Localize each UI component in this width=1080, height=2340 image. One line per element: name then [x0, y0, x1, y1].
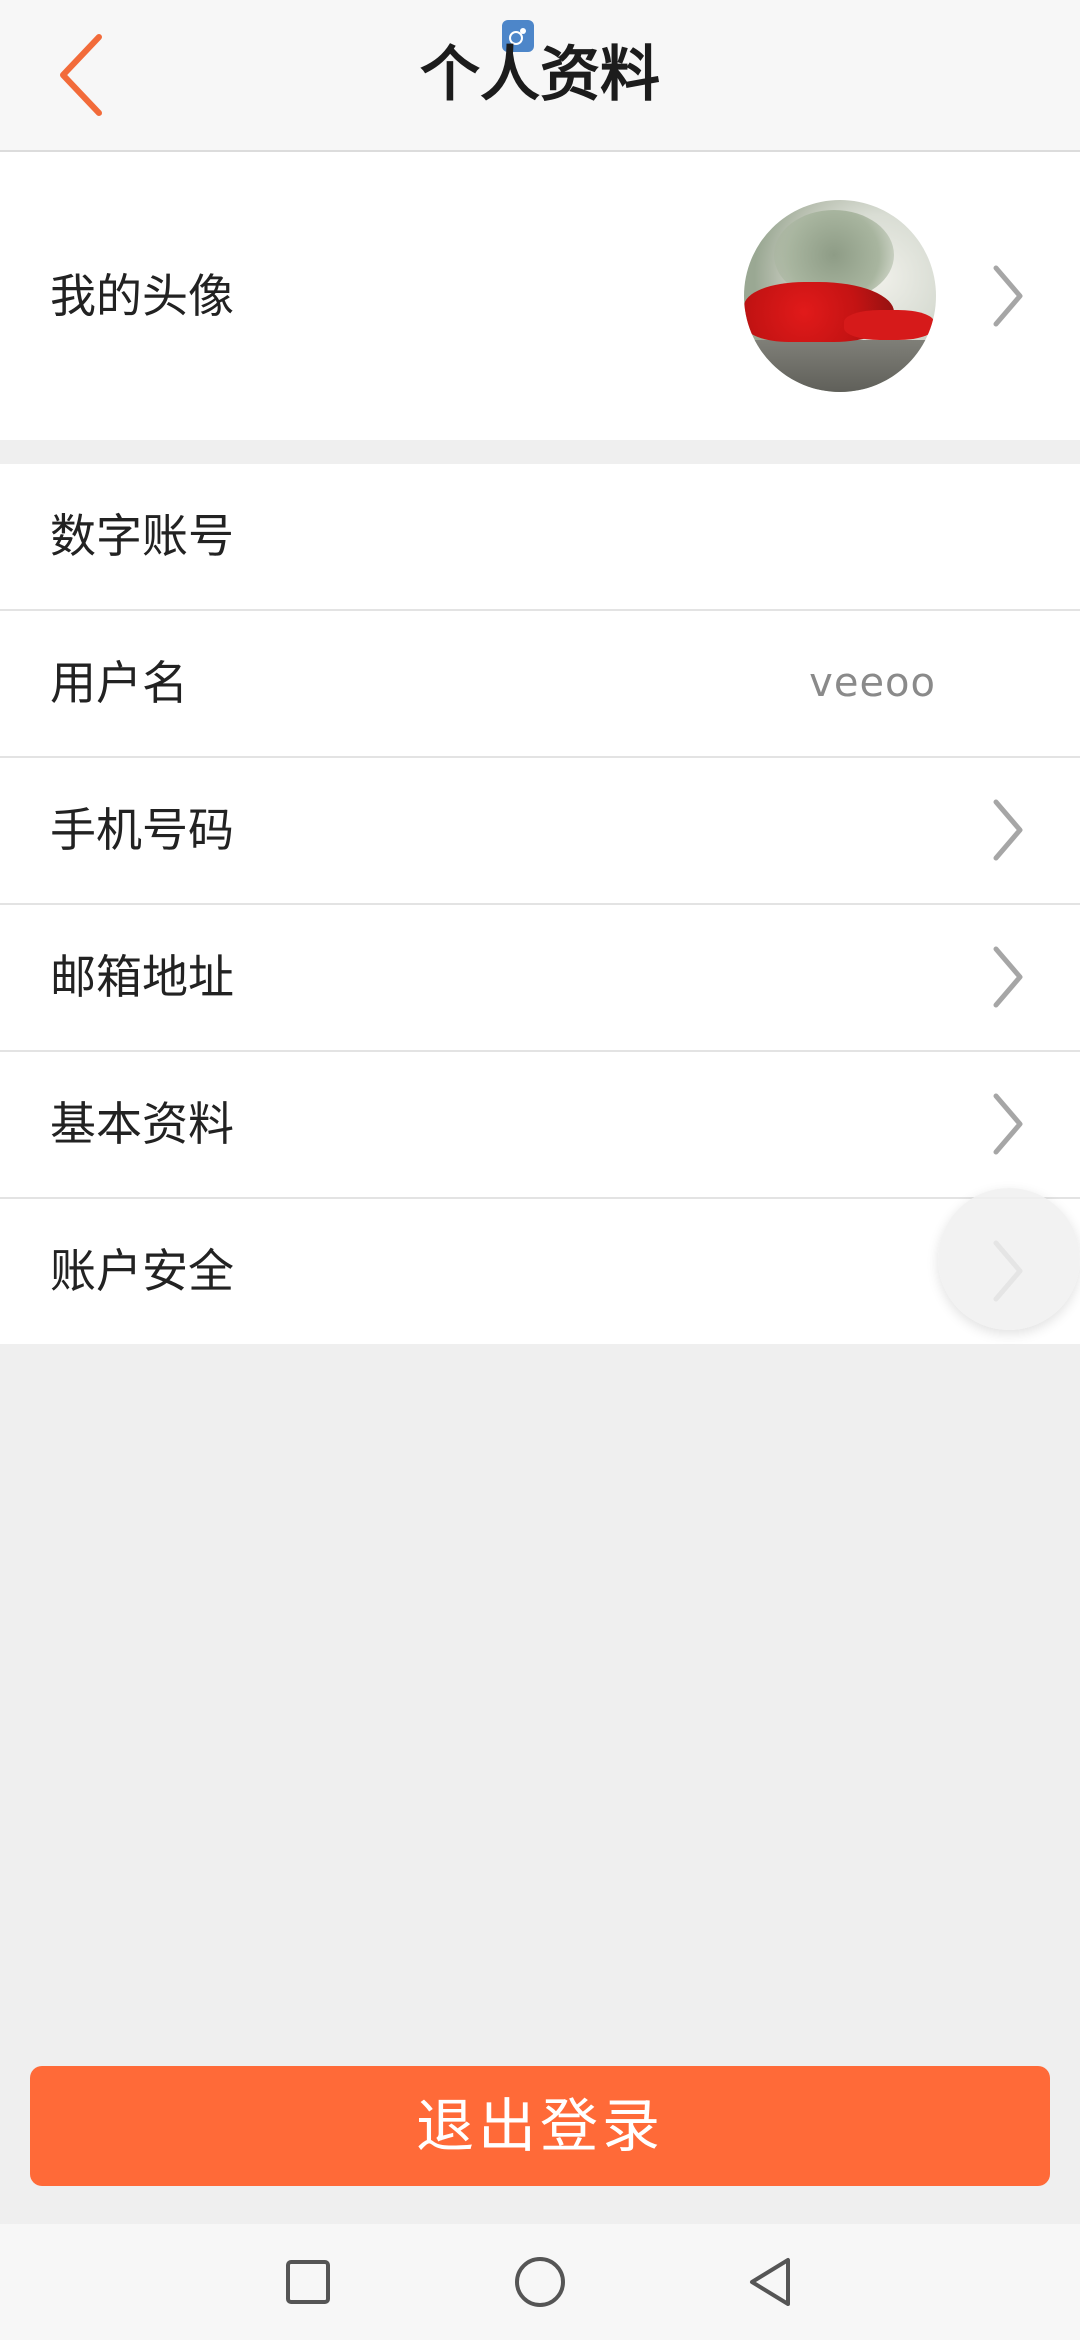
- recent-apps-button[interactable]: [278, 2252, 338, 2312]
- list-item-basic-info[interactable]: 基本资料: [0, 1052, 1080, 1199]
- list-item-label: 数字账号: [50, 509, 234, 563]
- list-item-phone[interactable]: 手机号码: [0, 758, 1080, 905]
- list-item-label: 账户安全: [50, 1244, 234, 1298]
- screen: 个人资料 我的头像 数字账号 用户名 veeoo 手机号码 邮箱地址 基本资料 …: [0, 0, 1080, 2340]
- list-item-digital-account[interactable]: 数字账号: [0, 464, 1080, 611]
- home-button[interactable]: [510, 2252, 570, 2312]
- list-item-label: 手机号码: [50, 803, 234, 857]
- chevron-right-icon: [993, 946, 1023, 1008]
- avatar-label: 我的头像: [50, 269, 234, 323]
- list-item-label: 邮箱地址: [50, 950, 234, 1004]
- list-item-username[interactable]: 用户名 veeoo: [0, 611, 1080, 758]
- username-value: veeoo: [809, 660, 936, 706]
- profile-list: 数字账号 用户名 veeoo 手机号码 邮箱地址 基本资料 账户安全: [0, 464, 1080, 1344]
- app-header: 个人资料: [0, 0, 1080, 152]
- logout-button[interactable]: 退出登录: [30, 2066, 1050, 2186]
- list-item-label: 基本资料: [50, 1097, 234, 1151]
- floating-assistive-ball[interactable]: [938, 1188, 1080, 1330]
- avatar[interactable]: [744, 200, 936, 392]
- square-icon: [286, 2260, 330, 2304]
- system-nav-bar: [0, 2224, 1080, 2340]
- circle-icon: [515, 2257, 565, 2307]
- chevron-right-icon: [993, 1093, 1023, 1155]
- list-item-email[interactable]: 邮箱地址: [0, 905, 1080, 1052]
- list-item-label: 用户名: [50, 656, 188, 710]
- chevron-right-icon: [993, 265, 1023, 327]
- avatar-row[interactable]: 我的头像: [0, 152, 1080, 440]
- chevron-right-icon: [993, 799, 1023, 861]
- system-back-button[interactable]: [740, 2252, 800, 2312]
- list-item-account-security[interactable]: 账户安全: [0, 1199, 1080, 1344]
- triangle-back-icon: [750, 2258, 790, 2306]
- page-title: 个人资料: [420, 40, 660, 110]
